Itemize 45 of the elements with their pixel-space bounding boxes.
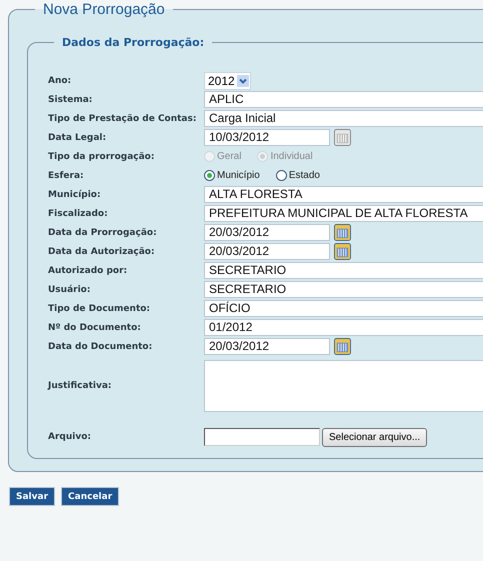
radio-label: Geral — [217, 151, 242, 162]
file-field[interactable] — [204, 428, 320, 446]
field-label: Esfera: — [48, 170, 85, 180]
year-select[interactable]: 2012 — [204, 72, 251, 90]
text-field[interactable]: APLIC — [204, 91, 483, 108]
field-label: Data do Documento: — [48, 342, 154, 352]
text-field[interactable]: 01/2012 — [204, 319, 483, 336]
field-label: Usuário: — [48, 284, 92, 294]
text-field[interactable]: SECRETARIO — [204, 262, 483, 279]
calendar-icon[interactable] — [334, 224, 351, 241]
date-field[interactable]: 20/03/2012 — [204, 243, 330, 260]
field-label: Data da Autorização: — [48, 246, 156, 256]
radio-button[interactable] — [276, 170, 287, 181]
date-field[interactable]: 20/03/2012 — [204, 224, 330, 241]
field-label: Autorizado por: — [48, 266, 128, 276]
radio-label: Município — [217, 170, 260, 181]
calendar-icon[interactable] — [334, 338, 351, 355]
text-field[interactable]: SECRETARIO — [204, 281, 483, 298]
section-title: Dados da Prorrogação: — [61, 36, 206, 49]
save-button[interactable]: Salvar — [9, 487, 56, 506]
field-label: Tipo da prorrogação: — [48, 152, 156, 162]
browse-button[interactable]: Selecionar arquivo... — [322, 428, 428, 446]
radio-button[interactable] — [204, 170, 215, 181]
field-label: Data da Prorrogação: — [48, 228, 158, 238]
field-label: Sistema: — [48, 94, 94, 104]
text-field[interactable]: PREFEITURA MUNICIPAL DE ALTA FLORESTA — [204, 205, 483, 222]
date-field[interactable]: 20/03/2012 — [204, 338, 330, 355]
page-title: Nova Prorrogação — [42, 1, 166, 18]
text-field[interactable]: Carga Inicial — [204, 110, 483, 127]
calendar-icon[interactable] — [334, 243, 351, 260]
cancel-button[interactable]: Cancelar — [61, 487, 120, 506]
text-field[interactable]: ALTA FLORESTA — [204, 186, 483, 203]
field-label: Justificativa: — [48, 381, 113, 391]
field-label: Nº do Documento: — [48, 322, 142, 332]
field-label: Município: — [48, 190, 102, 200]
field-label: Ano: — [48, 76, 72, 86]
radio-label: Estado — [288, 170, 320, 181]
field-label: Tipo de Documento: — [48, 304, 152, 314]
caret-icon — [236, 74, 249, 86]
text-field[interactable]: OFÍCIO — [204, 300, 483, 317]
field-label: Fiscalizado: — [48, 208, 109, 218]
field-label: Arquivo: — [48, 432, 92, 442]
radio-label: Individual — [270, 151, 313, 162]
field-label: Data Legal: — [48, 132, 108, 142]
field-label: Tipo de Prestação de Contas: — [48, 114, 198, 124]
